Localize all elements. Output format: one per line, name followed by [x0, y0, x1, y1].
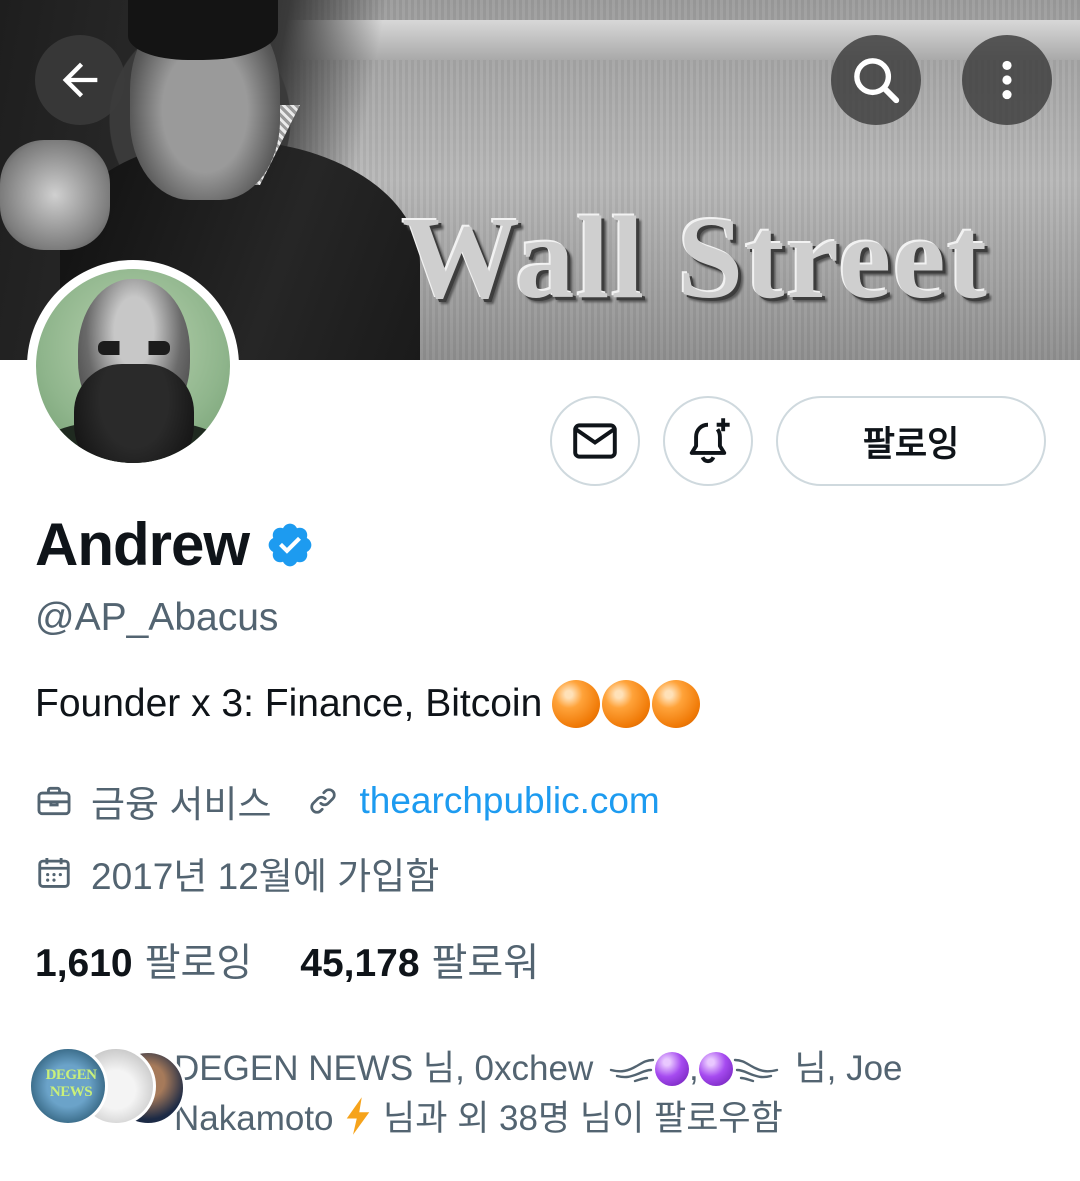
verified-badge-icon: [268, 523, 312, 566]
more-vertical-icon: [1002, 60, 1012, 100]
known-followers-part: 님, Joe: [794, 1049, 903, 1088]
avatar-eyes: [98, 341, 170, 355]
profile-category: 금융 서비스: [91, 784, 272, 825]
search-icon: [854, 58, 900, 104]
profile-name-row: Andrew: [35, 510, 315, 579]
following-count: 1,610: [35, 942, 133, 985]
orange-circle-emoji-icon: [602, 680, 651, 728]
back-button[interactable]: [35, 35, 125, 125]
bio-text: Founder x 3: Finance, Bitcoin: [35, 682, 543, 725]
known-followers-part: Nakamoto: [174, 1099, 334, 1138]
profile-bio: Founder x 3: Finance, Bitcoin: [35, 680, 701, 728]
orange-circle-emoji-icon: [552, 680, 601, 728]
message-button[interactable]: [550, 396, 640, 486]
banner-caption: Wall Street: [402, 192, 989, 323]
notify-button[interactable]: [663, 396, 753, 486]
profile-joined-row: 2017년 12월에 가입함: [35, 846, 439, 900]
known-followers-text[interactable]: DEGEN NEWS 님, 0xchew , 님, Joe Nakamoto 님…: [174, 1044, 1014, 1144]
avatar-image: [36, 269, 230, 463]
search-button[interactable]: [831, 35, 921, 125]
known-followers-part: 님과 외 38명 님이 팔로우함: [383, 1099, 783, 1138]
briefcase-icon: [37, 786, 71, 816]
link-icon: [310, 788, 337, 814]
profile-handle: @AP_Abacus: [35, 596, 279, 639]
calendar-icon: [38, 857, 70, 888]
more-button[interactable]: [962, 35, 1052, 125]
known-follower-avatar: DEGEN NEWS: [28, 1046, 108, 1126]
purple-circle-emoji-icon: [698, 1052, 733, 1086]
profile-avatar[interactable]: [27, 260, 239, 472]
purple-circle-emoji-icon: [654, 1052, 689, 1086]
followers-count: 45,178: [300, 942, 420, 985]
avatar-beard: [74, 364, 194, 463]
bell-plus-icon: [689, 418, 730, 464]
banner-hair: [128, 0, 278, 60]
wind-emoji-icon: [733, 1058, 778, 1083]
following-stat[interactable]: 1,610 팔로잉: [35, 932, 252, 988]
banner-hand: [0, 140, 110, 250]
lightning-emoji-icon: [347, 1097, 370, 1135]
followers-stat[interactable]: 45,178 팔로워: [300, 932, 539, 988]
wind-emoji-icon: [609, 1058, 655, 1083]
avatar-logo-text: DEGEN NEWS: [45, 1067, 97, 1100]
profile-name: Andrew: [35, 511, 250, 578]
following-button[interactable]: 팔로잉: [776, 396, 1046, 486]
orange-circle-emoji-icon: [652, 680, 701, 728]
arrow-left-icon: [62, 62, 98, 98]
known-followers-part: ,: [688, 1049, 699, 1088]
following-label: 팔로잉: [144, 942, 253, 985]
profile-website-link[interactable]: thearchpublic.com: [359, 780, 659, 822]
profile-joined-date: 2017년 12월에 가입함: [91, 856, 440, 897]
profile-stats: 1,610 팔로잉 45,178 팔로워: [35, 932, 539, 988]
profile-meta-row: 금융 서비스 thearchpublic.com: [35, 774, 660, 828]
followers-label: 팔로워: [431, 942, 540, 985]
envelope-icon: [573, 423, 617, 459]
known-followers-part: DEGEN NEWS 님, 0xchew: [174, 1049, 594, 1088]
